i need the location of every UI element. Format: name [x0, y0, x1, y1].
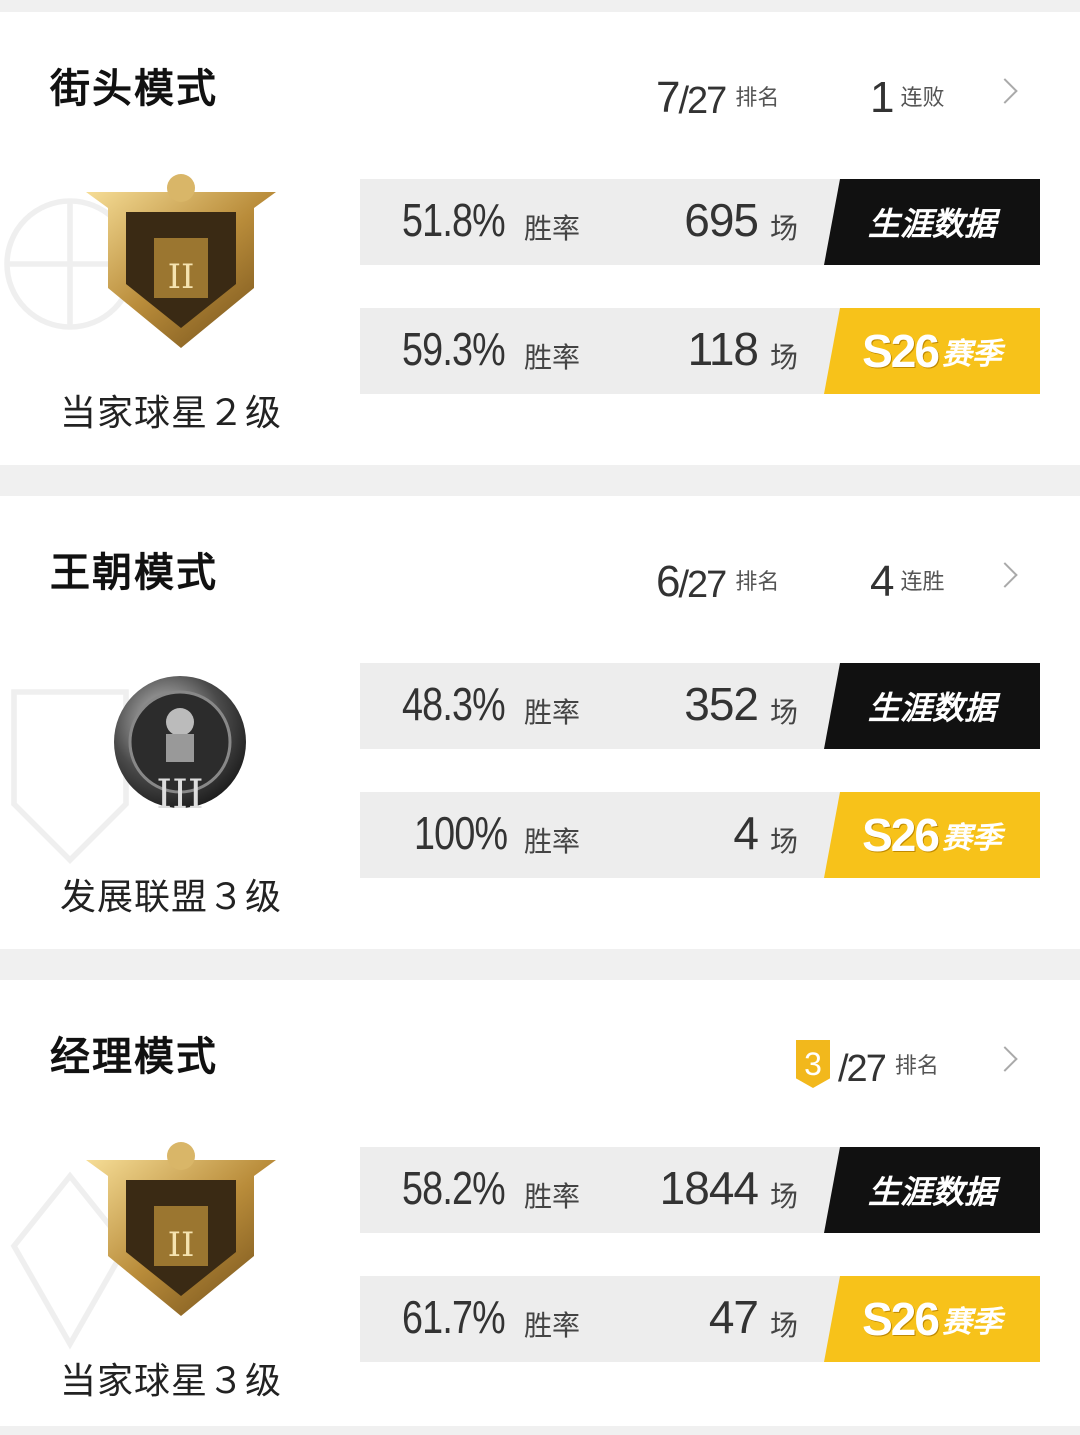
- win-rate-label: 胜率: [524, 825, 581, 858]
- win-rate-value: 61.7%: [402, 1291, 506, 1343]
- section-divider: [0, 465, 1080, 496]
- streak-label: 连胜: [900, 570, 945, 595]
- chevron-right-icon[interactable]: [992, 562, 1018, 588]
- rank-badge-area: II 当家球星３级: [10, 1130, 330, 1402]
- season-code: S26: [862, 1293, 940, 1345]
- rank-indicator: 7 /27 排名: [656, 60, 780, 122]
- rank-total: /27: [678, 80, 727, 122]
- streak-indicator: 4 连胜: [870, 544, 945, 604]
- win-rate-value: 59.3%: [402, 323, 506, 375]
- chevron-right-icon[interactable]: [992, 78, 1018, 104]
- win-rate-value: 100%: [414, 807, 508, 859]
- svg-text:II: II: [168, 257, 195, 297]
- career-stats-row[interactable]: 58.2% 胜率 1844 场 生涯数据: [360, 1147, 1040, 1233]
- win-rate-label: 胜率: [524, 341, 581, 374]
- season-tag[interactable]: S26 赛季: [824, 308, 1040, 394]
- win-rate-label: 胜率: [524, 696, 581, 729]
- season-stats-row[interactable]: 100% 胜率 4 场 S26 赛季: [360, 792, 1040, 878]
- rank-title: 当家球星３级: [60, 1361, 283, 1402]
- games-label: 场: [770, 1180, 799, 1213]
- rank-indicator: 6 /27 排名: [656, 544, 780, 606]
- season-word: 赛季: [941, 1305, 1002, 1340]
- career-stats-row[interactable]: 51.8% 胜率 695 场 生涯数据: [360, 179, 1040, 265]
- rank-total: /27: [838, 1048, 887, 1090]
- rank-label: 排名: [735, 570, 780, 595]
- games-count: 695: [684, 194, 759, 246]
- rank-badge-area: II 当家球星２级: [4, 162, 330, 434]
- rank-number: 7: [656, 73, 681, 122]
- rank-title: 发展联盟３级: [60, 877, 283, 918]
- win-rate-label: 胜率: [524, 1180, 581, 1213]
- games-label: 场: [770, 825, 799, 858]
- rank-total: /27: [678, 564, 727, 606]
- career-data-tag[interactable]: 生涯数据: [824, 179, 1040, 265]
- games-count: 47: [708, 1291, 759, 1343]
- svg-text:III: III: [156, 772, 203, 818]
- win-rate-value: 51.8%: [402, 194, 506, 246]
- season-tag[interactable]: S26 赛季: [824, 792, 1040, 878]
- career-data-tag[interactable]: 生涯数据: [824, 663, 1040, 749]
- rank-number: 6: [656, 557, 681, 606]
- rank-label: 排名: [735, 86, 780, 111]
- season-stats-row[interactable]: 59.3% 胜率 118 场 S26 赛季: [360, 308, 1040, 394]
- section-divider: [0, 949, 1080, 980]
- win-rate-value: 48.3%: [402, 678, 506, 730]
- gold-rank-badge: 3: [796, 1040, 830, 1088]
- games-label: 场: [770, 212, 799, 245]
- gold-shield-badge-icon: II: [86, 1142, 276, 1316]
- top-divider: [0, 0, 1080, 12]
- streak-indicator: 1 连败: [870, 60, 945, 120]
- season-code: S26: [862, 325, 940, 377]
- mode-card-dynasty: 王朝模式 6 /27 排名 4 连胜 III 发展联盟３级 48.3% 胜率 3…: [0, 496, 1080, 949]
- season-tag[interactable]: S26 赛季: [824, 1276, 1040, 1362]
- streak-label: 连败: [900, 86, 945, 111]
- career-data-tag[interactable]: 生涯数据: [824, 1147, 1040, 1233]
- chevron-right-icon[interactable]: [992, 1046, 1018, 1072]
- rank-label: 排名: [894, 1054, 939, 1079]
- rank-title: 当家球星２级: [60, 393, 283, 434]
- games-count: 1844: [659, 1162, 759, 1214]
- mode-title: 经理模式: [50, 1034, 218, 1080]
- win-rate-label: 胜率: [524, 212, 581, 245]
- games-label: 场: [770, 696, 799, 729]
- games-count: 118: [687, 323, 759, 375]
- streak-number: 4: [870, 557, 895, 606]
- season-stats-row[interactable]: 61.7% 胜率 47 场 S26 赛季: [360, 1276, 1040, 1362]
- silver-round-badge-icon: III: [114, 676, 246, 818]
- mode-title: 街头模式: [50, 66, 218, 112]
- win-rate-label: 胜率: [524, 1309, 581, 1342]
- games-count: 4: [733, 807, 759, 859]
- games-label: 场: [770, 1309, 799, 1342]
- streak-number: 1: [870, 73, 895, 122]
- rank-indicator: 3 /27 排名: [796, 1028, 939, 1088]
- games-label: 场: [770, 341, 799, 374]
- games-count: 352: [684, 678, 759, 730]
- mode-card-manager: 经理模式 3 /27 排名 II 当家球星３级 58.2% 胜率 1844 场 …: [0, 980, 1080, 1426]
- mode-card-street: 街头模式 7 /27 排名 1 连败 II 当家球星２级 51.8% 胜率 69…: [0, 12, 1080, 465]
- rank-badge-area: III 发展联盟３级: [11, 646, 330, 918]
- gold-shield-badge-icon: II: [86, 174, 276, 348]
- win-rate-value: 58.2%: [402, 1162, 506, 1214]
- career-stats-row[interactable]: 48.3% 胜率 352 场 生涯数据: [360, 663, 1040, 749]
- mode-title: 王朝模式: [50, 550, 218, 596]
- svg-text:II: II: [168, 1225, 195, 1265]
- season-word: 赛季: [941, 821, 1002, 856]
- season-code: S26: [862, 809, 940, 861]
- season-word: 赛季: [941, 337, 1002, 372]
